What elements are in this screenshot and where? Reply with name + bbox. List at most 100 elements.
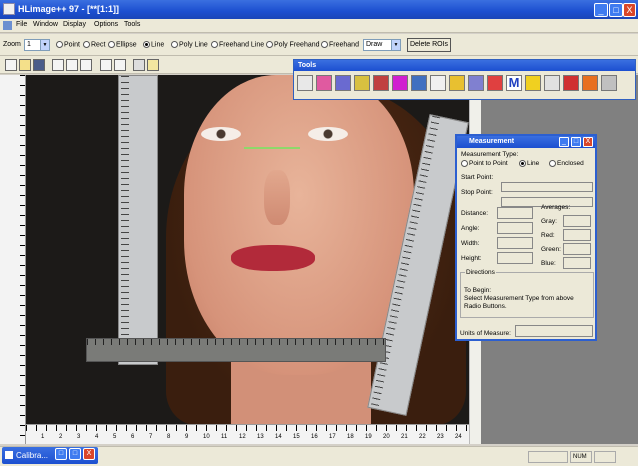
zoom-in-icon[interactable] (100, 59, 112, 71)
m-tool-icon[interactable]: M (506, 75, 522, 91)
pen-tool-icon[interactable] (354, 75, 370, 91)
type-point-to-point[interactable]: Point to Point (461, 160, 508, 167)
restore-button[interactable]: □ (55, 448, 67, 460)
maximize-button[interactable]: □ (69, 448, 81, 460)
radio-selected-icon[interactable] (519, 160, 526, 167)
histogram-tool-icon[interactable] (373, 75, 389, 91)
minimize-button[interactable]: _ (559, 137, 569, 147)
gray-label: Gray: (541, 218, 557, 225)
units-field[interactable] (515, 325, 593, 337)
menu-options[interactable]: Options (94, 21, 118, 28)
shape-line-label: Line (151, 41, 165, 49)
radio-icon[interactable] (108, 41, 115, 48)
shape-poly-freehand[interactable]: Poly Freehand (266, 41, 320, 48)
shape-point[interactable]: Point (56, 41, 80, 48)
radio-icon[interactable] (211, 41, 218, 48)
shape-freehand[interactable]: Freehand (321, 41, 359, 48)
ruler-number: 14 (275, 434, 282, 440)
crosshair-tool-icon[interactable] (297, 75, 313, 91)
measure-tool-icon[interactable] (335, 75, 351, 91)
save-icon[interactable] (33, 59, 45, 71)
radio-icon[interactable] (266, 41, 273, 48)
ruler-number: 5 (113, 434, 117, 440)
shape-rect-label: Rect (91, 41, 106, 49)
photo-nose (264, 170, 290, 225)
grid-icon[interactable] (66, 59, 78, 71)
zoom-select[interactable]: 1 ▼ (24, 39, 50, 51)
layout-tool-icon[interactable] (601, 75, 617, 91)
units-label: Units of Measure: (460, 330, 511, 337)
calibrate-tool-icon[interactable] (563, 75, 579, 91)
angle-field (497, 222, 533, 234)
shape-rect[interactable]: Rect (83, 41, 105, 48)
measurement-line[interactable] (244, 147, 300, 149)
ruler-number: 19 (365, 434, 372, 440)
photo-face (184, 75, 414, 375)
image-tool-icon[interactable] (449, 75, 465, 91)
horizontal-ruler: 1 2 3 4 5 6 7 8 9 10 11 12 13 14 15 16 1… (26, 424, 469, 444)
close-button[interactable]: X (583, 137, 593, 147)
radio-icon[interactable] (171, 41, 178, 48)
palette-tool-icon[interactable] (392, 75, 408, 91)
ruler-number: 8 (167, 434, 171, 440)
shape-freehand-label: Freehand (329, 41, 359, 49)
rgb-tool-icon[interactable] (411, 75, 427, 91)
blue-label: Blue: (541, 260, 556, 267)
type-enclosed[interactable]: Enclosed (549, 160, 584, 167)
close-button[interactable]: X (83, 448, 95, 460)
radio-icon[interactable] (461, 160, 468, 167)
shape-poly-line[interactable]: Poly Line (171, 41, 208, 48)
cascade-icon[interactable] (80, 59, 92, 71)
gray-field (563, 215, 591, 227)
chevron-down-icon[interactable]: ▼ (391, 40, 400, 50)
filter-tool-icon[interactable] (487, 75, 503, 91)
photo-right-eye (308, 127, 348, 141)
measurement-window: Measurement _ □ X Measurement Type: Poin… (455, 134, 597, 341)
open-folder-icon[interactable] (19, 59, 31, 71)
chart-tool-icon[interactable] (582, 75, 598, 91)
num-indicator: NUM (570, 451, 592, 463)
ruler-tool-icon[interactable] (525, 75, 541, 91)
maximize-button[interactable]: □ (571, 137, 581, 147)
color-tool-icon[interactable] (316, 75, 332, 91)
type-line[interactable]: Line (519, 160, 539, 167)
ruler-number: 10 (203, 434, 210, 440)
type-label: Point to Point (469, 160, 508, 168)
tile-icon[interactable] (52, 59, 64, 71)
directions-text: To Begin: Select Measurement Type from a… (464, 287, 574, 310)
maximize-button[interactable]: □ (609, 3, 623, 17)
radio-icon[interactable] (56, 41, 63, 48)
menu-display[interactable]: Display (63, 21, 86, 28)
shape-line[interactable]: Line (143, 41, 164, 48)
zoom-label: Zoom (3, 41, 21, 48)
close-button[interactable]: X (623, 3, 636, 17)
shape-poly-freehand-label: Poly Freehand (274, 41, 320, 49)
directions-group: Directions To Begin: Select Measurement … (460, 269, 594, 318)
window-title-bar: HLimage++ 97 - [**[1:1]] (0, 0, 638, 19)
radio-icon[interactable] (321, 41, 328, 48)
ruler-number: 21 (401, 434, 408, 440)
radio-selected-icon[interactable] (143, 41, 150, 48)
help-icon[interactable] (147, 59, 159, 71)
menu-file[interactable]: File (16, 21, 27, 28)
ruler-number: 6 (131, 434, 135, 440)
ruler-number: 7 (149, 434, 153, 440)
shape-ellipse[interactable]: Ellipse (108, 41, 137, 48)
chevron-down-icon[interactable]: ▼ (40, 40, 49, 50)
zoom-out-icon[interactable] (114, 59, 126, 71)
table-tool-icon[interactable] (430, 75, 446, 91)
stack-tool-icon[interactable] (468, 75, 484, 91)
zoom-tool-icon[interactable] (544, 75, 560, 91)
radio-icon[interactable] (549, 160, 556, 167)
ruler-number: 17 (329, 434, 336, 440)
minimize-button[interactable]: _ (594, 3, 608, 17)
shape-freehand-line[interactable]: Freehand Line (211, 41, 264, 48)
menu-tools[interactable]: Tools (124, 21, 140, 28)
photo-canvas[interactable] (26, 75, 469, 424)
radio-icon[interactable] (83, 41, 90, 48)
menu-window[interactable]: Window (33, 21, 58, 28)
print-icon[interactable] (133, 59, 145, 71)
delete-rois-button[interactable]: Delete ROIs (407, 38, 451, 52)
new-file-icon[interactable] (5, 59, 17, 71)
mode-select[interactable]: Draw ▼ (363, 39, 401, 51)
